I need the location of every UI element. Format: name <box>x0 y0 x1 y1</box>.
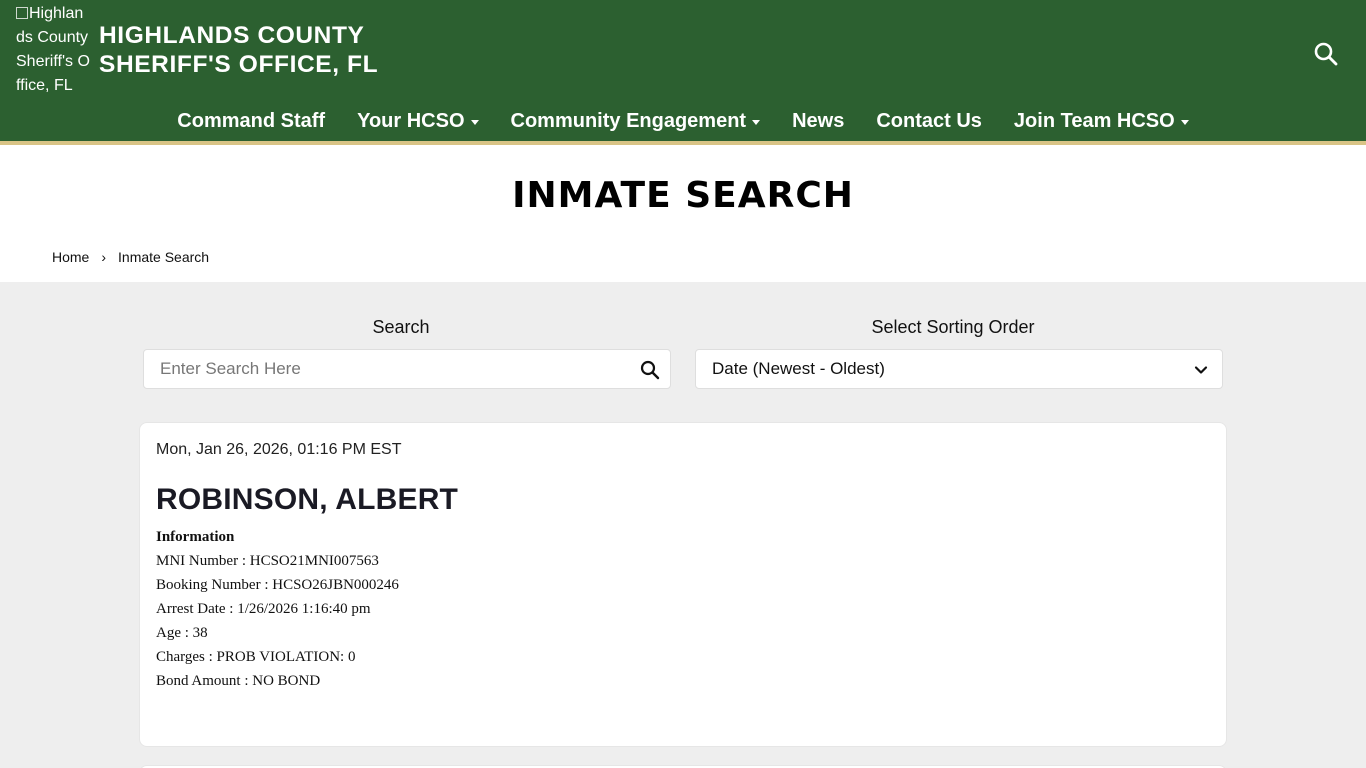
bond-amount: Bond Amount : NO BOND <box>156 673 321 689</box>
caret-down-icon <box>1180 119 1189 125</box>
inmate-result-card[interactable]: Mon, Jan 26, 2026, 01:16 PM EST ROBINSON… <box>139 422 1227 747</box>
nav-item-label: Your HCSO <box>357 110 465 132</box>
nav-item-join-team-hcso[interactable]: Join Team HCSO <box>998 104 1205 138</box>
mni-number: MNI Number : HCSO21MNI007563 <box>156 553 379 569</box>
site-title[interactable]: HIGHLANDS COUNTY SHERIFF'S OFFICE, FL <box>99 21 378 79</box>
information-heading: Information <box>156 529 235 545</box>
search-icon <box>640 360 660 380</box>
nav-item-label: Community Engagement <box>510 110 747 132</box>
booking-timestamp: Mon, Jan 26, 2026, 01:16 PM EST <box>156 441 402 458</box>
page-title-band: INMATE SEARCH Home › Inmate Search <box>0 145 1366 282</box>
chevron-down-icon <box>1194 366 1208 374</box>
charges: Charges : PROB VIOLATION: 0 <box>156 649 356 665</box>
sort-label: Select Sorting Order <box>871 317 1035 337</box>
age: Age : 38 <box>156 625 208 641</box>
arrest-date: Arrest Date : 1/26/2026 1:16:40 pm <box>156 601 371 617</box>
nav-item-news[interactable]: News <box>776 104 860 138</box>
sort-order-select[interactable]: Date (Newest - Oldest) <box>695 349 1223 389</box>
main-nav: Command Staff Your HCSO Community Engage… <box>0 104 1366 138</box>
search-label: Search <box>372 317 430 337</box>
site-title-line-1: HIGHLANDS COUNTY <box>99 22 365 49</box>
nav-item-contact-us[interactable]: Contact Us <box>860 104 998 138</box>
breadcrumb-separator-icon: › <box>101 249 107 265</box>
search-field <box>143 349 671 389</box>
nav-item-label: Command Staff <box>177 110 326 132</box>
header-search-button[interactable] <box>1313 41 1339 67</box>
inmate-name: ROBINSON, ALBERT <box>156 483 459 516</box>
sort-selected-value: Date (Newest - Oldest) <box>712 359 885 378</box>
nav-item-label: Join Team HCSO <box>1013 110 1175 132</box>
nav-item-community-engagement[interactable]: Community Engagement <box>495 104 777 138</box>
booking-number: Booking Number : HCSO26JBN000246 <box>156 577 399 593</box>
page-title: INMATE SEARCH <box>512 175 854 216</box>
search-submit-button[interactable] <box>640 360 660 380</box>
site-header: Highlands County Sheriff's Office, FL HI… <box>0 0 1366 141</box>
nav-item-label: News <box>792 110 845 132</box>
inmate-information: Information MNI Number : HCSO21MNI007563… <box>156 525 399 693</box>
site-title-line-2: SHERIFF'S OFFICE, FL <box>99 51 379 78</box>
nav-item-label: Contact Us <box>876 110 982 132</box>
nav-item-command-staff[interactable]: Command Staff <box>161 104 341 138</box>
breadcrumb-current: Inmate Search <box>118 249 210 265</box>
site-logo[interactable]: Highlands County Sheriff's Office, FL <box>16 2 92 98</box>
search-input[interactable] <box>144 350 670 388</box>
breadcrumb-home-link[interactable]: Home <box>52 249 89 265</box>
nav-item-your-hcso[interactable]: Your HCSO <box>341 104 494 138</box>
broken-image-icon <box>16 7 28 19</box>
caret-down-icon <box>470 119 479 125</box>
breadcrumb: Home › Inmate Search <box>52 249 209 265</box>
search-icon <box>1314 42 1338 66</box>
caret-down-icon <box>752 119 761 125</box>
